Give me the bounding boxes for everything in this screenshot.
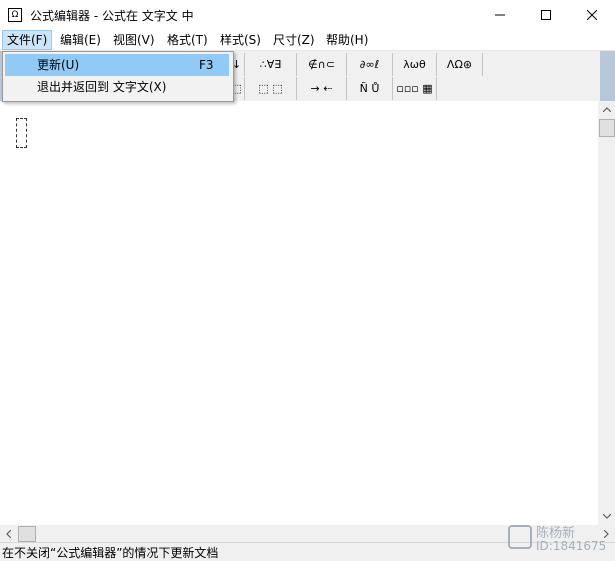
equation-editing-area[interactable]: [0, 101, 598, 525]
menu-item-label: 退出并返回到 文字文(X): [37, 80, 167, 94]
vertical-scroll-thumb[interactable]: [599, 119, 615, 137]
title-bar: Ω 公式编辑器 - 公式在 文字文 中: [0, 0, 615, 30]
palette-greek-upper[interactable]: ΛΩ⊛: [437, 53, 483, 76]
maximize-icon: [541, 10, 551, 20]
palette-sets[interactable]: ∉∩⊂: [297, 53, 347, 76]
palette-matrices[interactable]: ▫▫▫ ▦: [393, 77, 437, 100]
horizontal-scroll-thumb[interactable]: [18, 526, 36, 542]
close-button[interactable]: [569, 0, 615, 30]
chevron-left-icon: [6, 529, 11, 538]
watermark-logo-icon: [508, 525, 532, 549]
file-menu-dropdown: 更新(U) F3 退出并返回到 文字文(X): [2, 51, 234, 102]
menu-file[interactable]: 文件(F): [2, 30, 53, 50]
watermark: 陈杨新 ID:1841675: [508, 522, 608, 556]
equation-icon: Ω: [8, 8, 22, 22]
menu-item-shortcut: F3: [199, 58, 214, 72]
menu-style[interactable]: 样式(S): [216, 31, 265, 49]
palette-greek-lower[interactable]: λωθ: [393, 53, 437, 76]
menu-size[interactable]: 尺寸(Z): [269, 31, 319, 49]
vertical-scrollbar[interactable]: [598, 101, 615, 525]
menu-item-label: 更新(U): [37, 58, 80, 72]
palette-logic[interactable]: ∴∀∃: [245, 53, 297, 76]
scroll-up-button[interactable]: [598, 101, 615, 118]
menu-edit[interactable]: 编辑(E): [56, 31, 105, 49]
close-icon: [587, 10, 597, 20]
minimize-icon: [495, 14, 505, 16]
scroll-left-button[interactable]: [0, 525, 17, 542]
menu-bar: 文件(F) 编辑(E) 视图(V) 格式(T) 样式(S) 尺寸(Z) 帮助(H…: [0, 30, 615, 51]
status-text: 在不关闭“公式编辑器”的情况下更新文档: [2, 546, 219, 560]
chevron-up-icon: [602, 107, 611, 112]
window-title: 公式编辑器 - 公式在 文字文 中: [30, 9, 194, 23]
symbol-palette: ↓ ∴∀∃ ∉∩⊂ ∂∞ℓ λωθ ΛΩ⊛ ⬚ ⬚ ⬚ → ⇠ Ñ Ů ▫▫▫ …: [228, 51, 600, 101]
watermark-id: ID:1841675: [536, 539, 607, 553]
palette-calculus[interactable]: ∂∞ℓ: [347, 53, 393, 76]
menu-item-update[interactable]: 更新(U) F3: [5, 54, 229, 76]
chevron-down-icon: [602, 514, 611, 519]
menu-view[interactable]: 视图(V): [109, 31, 159, 49]
palette-labeled-arrows[interactable]: → ⇠: [297, 77, 347, 100]
menu-item-exit-return[interactable]: 退出并返回到 文字文(X): [5, 76, 229, 98]
maximize-button[interactable]: [523, 0, 569, 30]
palette-embellishments[interactable]: Ñ Ů: [347, 77, 393, 100]
minimize-button[interactable]: [477, 0, 523, 30]
menu-format[interactable]: 格式(T): [163, 31, 212, 49]
empty-slot[interactable]: [16, 118, 27, 148]
palette-slots[interactable]: ⬚ ⬚: [245, 77, 297, 100]
menu-help[interactable]: 帮助(H): [322, 31, 372, 49]
